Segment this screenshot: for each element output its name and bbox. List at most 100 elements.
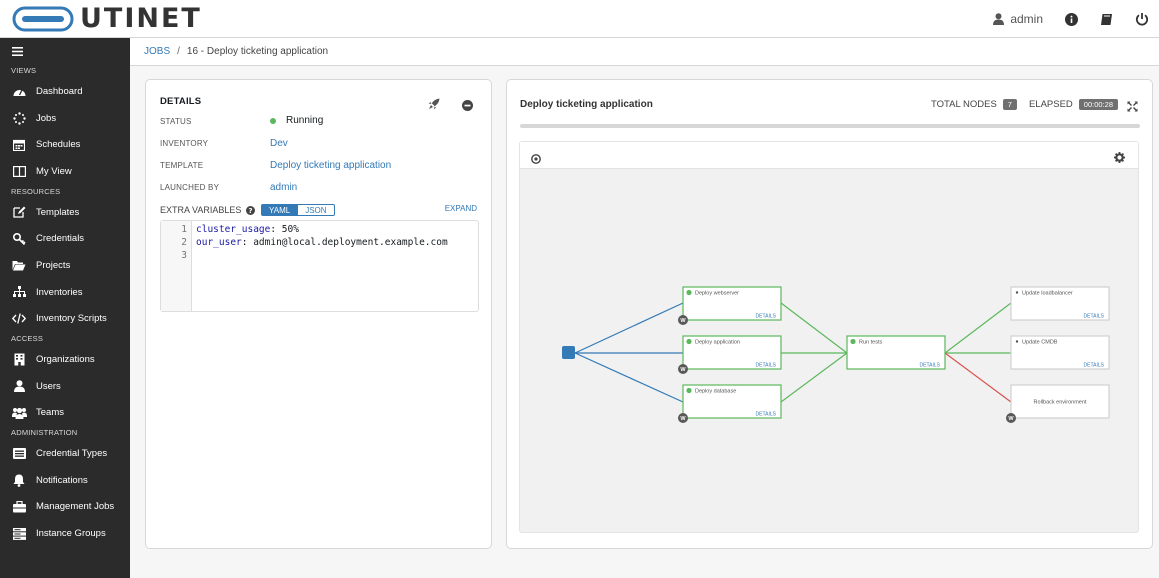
sidebar-item-inventories[interactable]: Inventories — [0, 279, 130, 306]
link-tests-loadbalancer[interactable] — [944, 302, 1012, 354]
node-type-badge-label: W — [680, 318, 686, 324]
sidebar-item-my-view[interactable]: My View — [0, 158, 130, 185]
user-icon — [993, 13, 1005, 25]
details-title: DETAILS — [160, 96, 202, 107]
status-label: STATUS — [160, 117, 192, 126]
expand-arrows-icon — [1127, 101, 1138, 112]
sidebar-item-schedules[interactable]: Schedules — [0, 131, 130, 158]
logo-icon — [12, 6, 74, 32]
yaml-toggle[interactable]: YAML — [261, 204, 299, 216]
inventory-link[interactable]: Dev — [270, 138, 288, 149]
menu-toggle-button[interactable] — [0, 38, 130, 64]
sidebar-item-label: Dashboard — [36, 85, 83, 97]
info-circle-icon — [1065, 12, 1078, 26]
sidebar-item-label: Templates — [36, 206, 80, 218]
link-start-database[interactable] — [574, 352, 684, 403]
relaunch-button[interactable] — [428, 97, 442, 111]
total-nodes-label: TOTAL NODES — [930, 99, 997, 110]
sidebar-item-label: Users — [36, 380, 61, 392]
link-tests-rollback[interactable] — [944, 352, 1012, 403]
sidebar-item-credentials[interactable]: Credentials — [0, 225, 130, 252]
node-details-link[interactable]: DETAILS — [756, 363, 777, 369]
about-button[interactable] — [1065, 12, 1078, 26]
current-user-name: admin — [1010, 12, 1043, 26]
sidebar-item-dashboard[interactable]: Dashboard — [0, 78, 130, 105]
workflow-panel: Deploy ticketing application TOTAL NODES… — [506, 79, 1153, 549]
sitemap-icon — [11, 285, 27, 299]
node-update-cmdb[interactable]: Update CMDB DETAILS — [1010, 335, 1110, 370]
brand-logo[interactable]: UTINET — [12, 5, 202, 33]
line-number: 1 — [181, 224, 187, 235]
start-node[interactable] — [562, 346, 575, 359]
logout-button[interactable] — [1135, 12, 1149, 26]
node-run-tests[interactable]: Run tests DETAILS — [846, 335, 946, 370]
cancel-job-button[interactable] — [462, 98, 474, 111]
node-details-link[interactable]: DETAILS — [1084, 314, 1105, 320]
link-start-webserver[interactable] — [574, 302, 684, 354]
workflow-graph-toolbar — [520, 142, 1138, 169]
sidebar-item-notifications[interactable]: Notifications — [0, 467, 130, 494]
minus-circle-icon — [462, 100, 473, 111]
workflow-title: Deploy ticketing application — [520, 99, 653, 110]
inventory-label: INVENTORY — [160, 139, 209, 148]
sidebar-item-label: Schedules — [36, 139, 81, 151]
extra-variables-text: EXTRA VARIABLES — [160, 205, 242, 215]
workflow-stats: TOTAL NODES 7 ELAPSED 00:00:28 — [931, 99, 1118, 110]
elapsed-badge: 00:00:28 — [1078, 99, 1118, 110]
current-user-link[interactable]: admin — [993, 12, 1043, 26]
sidebar-item-teams[interactable]: Teams — [0, 400, 130, 427]
code-key: our_user — [196, 237, 242, 248]
link-database-tests[interactable] — [780, 352, 848, 403]
list-alt-icon — [11, 447, 27, 461]
node-details-link[interactable]: DETAILS — [920, 363, 941, 369]
elapsed-label: ELAPSED — [1028, 99, 1073, 110]
format-toggle: YAML JSON — [261, 204, 335, 216]
node-details-link[interactable]: DETAILS — [1084, 363, 1105, 369]
workflow-graph-canvas[interactable]: Deploy webserver DETAILS W Deploy applic… — [519, 141, 1139, 533]
sidebar-section-access: ACCESS — [11, 334, 44, 344]
fullscreen-button[interactable] — [1127, 99, 1139, 112]
details-panel: DETAILS STATUS Running INVENTORY Dev TEM… — [145, 79, 492, 549]
line-number: 2 — [181, 237, 187, 248]
sidebar-item-label: Management Jobs — [36, 501, 115, 513]
launched-by-link[interactable]: admin — [270, 182, 297, 193]
extra-variables-editor[interactable]: 1 2 3 cluster_usage: 50% our_user: admin… — [160, 220, 479, 312]
sidebar-item-jobs[interactable]: Jobs — [0, 105, 130, 132]
link-webserver-tests[interactable] — [780, 302, 848, 354]
edit-icon — [11, 205, 27, 219]
sidebar-item-label: Notifications — [36, 474, 88, 486]
launched-by-label: LAUNCHED BY — [160, 183, 220, 192]
sidebar-item-projects[interactable]: Projects — [0, 252, 130, 279]
sidebar-item-templates[interactable]: Templates — [0, 199, 130, 226]
question-circle-icon[interactable]: ? — [246, 205, 256, 215]
sidebar-item-organizations[interactable]: Organizations — [0, 346, 130, 373]
code-value: : admin@local.deployment.example.com — [241, 237, 448, 248]
graph-settings-button[interactable] — [1114, 150, 1125, 168]
node-update-loadbalancer[interactable]: Update loadbalancer DETAILS — [1010, 286, 1110, 321]
line-number: 3 — [181, 250, 187, 261]
node-deploy-application[interactable]: Deploy application DETAILS W — [678, 335, 782, 374]
template-label: TEMPLATE — [160, 161, 204, 170]
svg-text:?: ? — [249, 207, 253, 215]
sidebar-item-label: Jobs — [36, 112, 57, 124]
node-deploy-webserver[interactable]: Deploy webserver DETAILS W — [678, 286, 782, 325]
expand-link[interactable]: EXPAND — [445, 204, 477, 213]
node-details-link[interactable]: DETAILS — [756, 314, 777, 320]
sidebar-item-users[interactable]: Users — [0, 373, 130, 400]
json-toggle[interactable]: JSON — [298, 204, 335, 216]
sidebar-item-label: Inventory Scripts — [36, 313, 107, 325]
node-label: Deploy database — [695, 389, 736, 395]
breadcrumb-jobs-link[interactable]: JOBS — [144, 46, 170, 57]
node-deploy-database[interactable]: Deploy database DETAILS W — [678, 384, 782, 423]
documentation-button[interactable] — [1100, 13, 1113, 26]
template-link[interactable]: Deploy ticketing application — [270, 160, 391, 171]
sidebar-item-label: Instance Groups — [36, 528, 106, 540]
sidebar-item-management-jobs[interactable]: Management Jobs — [0, 494, 130, 521]
node-details-link[interactable]: DETAILS — [756, 412, 777, 418]
sidebar-item-credential-types[interactable]: Credential Types — [0, 440, 130, 467]
sidebar-item-instance-groups[interactable]: Instance Groups — [0, 520, 130, 547]
node-rollback-environment[interactable]: Rollback environment W — [1006, 384, 1110, 423]
zoom-control-button[interactable] — [531, 151, 541, 169]
sidebar-item-inventory-scripts[interactable]: Inventory Scripts — [0, 306, 130, 333]
sidebar-item-label: Projects — [36, 259, 71, 271]
